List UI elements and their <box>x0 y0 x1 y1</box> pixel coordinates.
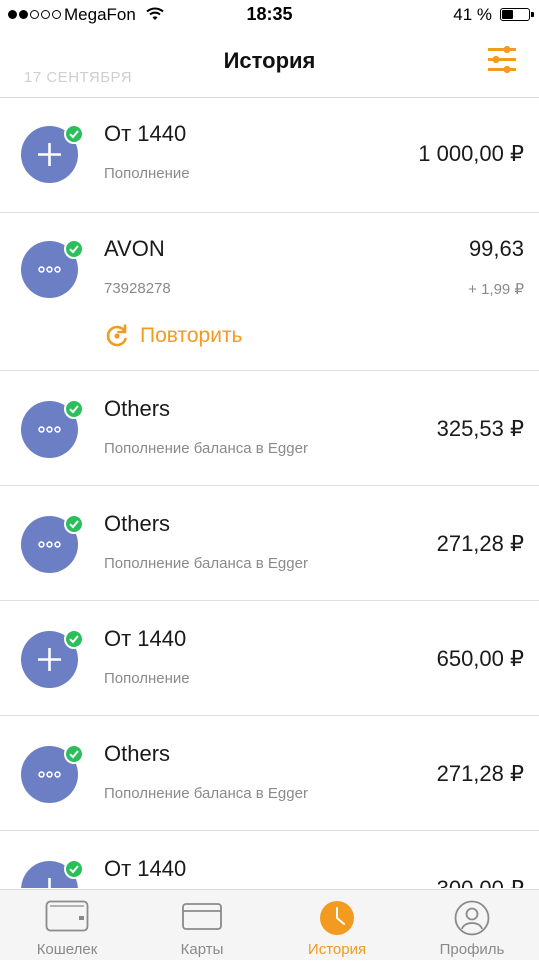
transaction-row[interactable]: Others Пополнение баланса в Egger 325,53… <box>0 371 539 486</box>
transaction-title: Others <box>104 511 171 536</box>
transaction-amount: 300,00 ₽ <box>437 876 524 888</box>
tab-label: История <box>307 941 367 958</box>
transaction-subtitle: Пополнение баланса в Egger <box>104 555 308 572</box>
status-bar: MegaFon 18:35 41 % <box>0 0 539 30</box>
transaction-subtitle: Пополнение баланса в Egger <box>104 440 308 457</box>
tab-label: Карты <box>180 941 224 958</box>
transaction-row[interactable]: Others Пополнение баланса в Egger 271,28… <box>0 486 539 601</box>
repeat-label: Повторить <box>140 324 243 347</box>
transaction-title: От 1440 <box>104 121 187 146</box>
tab-profile[interactable]: Профиль <box>405 890 539 961</box>
transaction-title: Others <box>104 741 171 766</box>
transaction-title: От 1440 <box>104 626 187 651</box>
transaction-subtitle: Пополнение <box>104 670 190 687</box>
clock-icon <box>320 901 354 935</box>
card-icon <box>182 903 222 930</box>
page-title: История <box>223 48 316 73</box>
repeat-button[interactable]: Повторить <box>104 321 243 351</box>
transaction-subtitle: Пополнение <box>104 165 190 182</box>
wallet-icon <box>45 900 89 932</box>
transaction-amount: 325,53 ₽ <box>436 416 524 441</box>
repeat-icon <box>106 324 127 347</box>
transaction-title: AVON <box>104 236 165 261</box>
transaction-amount: 650,00 ₽ <box>436 646 524 671</box>
success-check-icon <box>64 239 84 259</box>
success-check-icon <box>64 744 84 764</box>
success-check-icon <box>64 399 84 419</box>
tab-cards[interactable]: Карты <box>135 890 269 961</box>
profile-icon <box>454 900 490 936</box>
tab-history[interactable]: История <box>270 890 404 961</box>
transaction-row[interactable]: Others Пополнение баланса в Egger 271,28… <box>0 716 539 831</box>
transaction-row[interactable]: От 1440 Пополнение 1 000,00 ₽ <box>0 98 539 213</box>
navigation-bar: 17 СЕНТЯБРЯ История <box>0 30 539 96</box>
battery-percentage: 41 % <box>453 5 492 24</box>
transaction-list[interactable]: От 1440 Пополнение 1 000,00 ₽ AVON 73928… <box>0 98 539 888</box>
tab-bar: Кошелек Карты История Профиль <box>0 889 539 960</box>
success-check-icon <box>64 629 84 649</box>
transaction-amount: 99,63 <box>468 236 524 261</box>
transaction-title: От 1440 <box>104 856 187 881</box>
sliders-icon <box>488 45 516 74</box>
tab-label: Профиль <box>439 941 505 958</box>
success-check-icon <box>64 124 84 144</box>
battery-icon <box>500 8 534 21</box>
transaction-amount: 271,28 ₽ <box>436 531 524 556</box>
success-check-icon <box>64 514 84 534</box>
transaction-subtitle: 73928278 <box>104 280 171 297</box>
transaction-title: Others <box>104 396 171 421</box>
tab-label: Кошелек <box>36 941 98 958</box>
transaction-row[interactable]: От 1440 Пополнение 650,00 ₽ <box>0 601 539 716</box>
transaction-subtitle: Пополнение баланса в Egger <box>104 785 308 802</box>
success-check-icon <box>64 859 84 879</box>
transaction-row[interactable]: AVON 73928278 99,63 + 1,99 ₽ Повторить <box>0 213 539 371</box>
transaction-amount: 271,28 ₽ <box>436 761 524 786</box>
transaction-row[interactable]: От 1440 300,00 ₽ <box>0 831 539 888</box>
filter-button[interactable] <box>484 43 520 77</box>
transaction-amount: 1 000,00 ₽ <box>418 141 524 166</box>
tab-wallet[interactable]: Кошелек <box>0 890 134 961</box>
transaction-fee: + 1,99 ₽ <box>468 281 524 298</box>
